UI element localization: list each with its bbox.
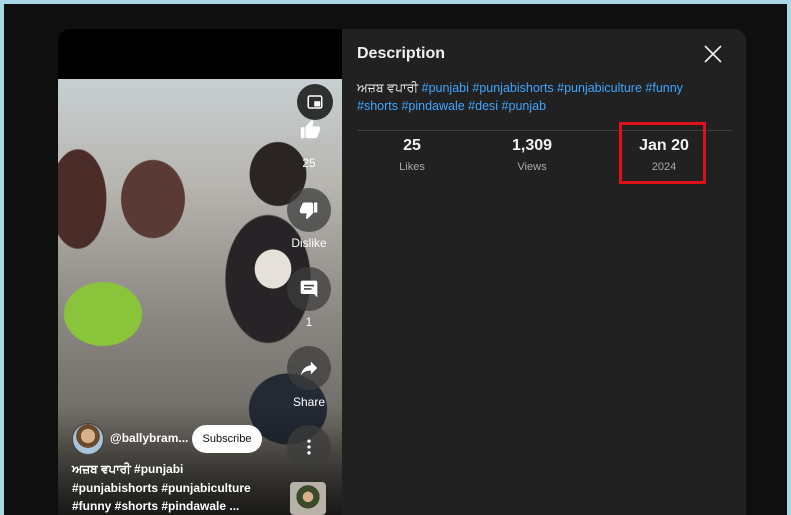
stat-views-label: Views <box>517 161 547 173</box>
share-label: Share <box>292 395 326 409</box>
thumbs-up-icon <box>300 119 321 139</box>
stat-views: 1,309 Views <box>477 137 587 173</box>
dislike-label: Dislike <box>291 236 327 250</box>
channel-avatar[interactable] <box>72 423 104 455</box>
comment-icon <box>300 280 318 298</box>
thumbs-down-icon <box>299 202 318 220</box>
share-button[interactable] <box>287 346 331 390</box>
subscribe-button[interactable]: Subscribe <box>192 425 262 453</box>
close-icon <box>704 45 722 63</box>
close-button[interactable] <box>700 41 726 67</box>
like-count: 25 <box>302 156 316 170</box>
stat-likes-value: 25 <box>403 137 421 154</box>
description-title-text: ਅਜ਼ਬ ਵਪਾਰੀ <box>357 81 422 95</box>
like-button[interactable] <box>288 108 332 152</box>
channel-name[interactable]: @ballybram... <box>110 431 190 445</box>
video-caption-line-3[interactable]: #funny #shorts #pindawale ... <box>72 499 239 513</box>
panel-title: Description <box>357 45 446 62</box>
hashtag-links-line-1[interactable]: #punjabi #punjabishorts #punjabiculture … <box>422 81 683 95</box>
video-caption-line-1[interactable]: ਅਜ਼ਬ ਵਪਾਰੀ #punjabi <box>72 462 183 477</box>
comments-button[interactable] <box>287 267 331 311</box>
share-arrow-icon <box>300 361 318 376</box>
more-vertical-icon <box>307 439 311 455</box>
next-video-thumbnail[interactable] <box>290 482 326 515</box>
comment-count: 1 <box>305 315 313 329</box>
video-caption-line-2[interactable]: #punjabishorts #punjabiculture <box>72 481 251 495</box>
stat-likes: 25 Likes <box>357 137 467 173</box>
highlight-box <box>619 122 706 184</box>
more-options-button[interactable] <box>287 425 331 469</box>
stat-likes-label: Likes <box>399 161 425 173</box>
description-text: ਅਜ਼ਬ ਵਪਾਰੀ #punjabi #punjabishorts #punj… <box>357 79 717 115</box>
dislike-button[interactable] <box>287 188 331 232</box>
stat-views-value: 1,309 <box>511 137 553 154</box>
hashtag-links-line-2[interactable]: #shorts #pindawale #desi #punjab <box>357 99 546 113</box>
